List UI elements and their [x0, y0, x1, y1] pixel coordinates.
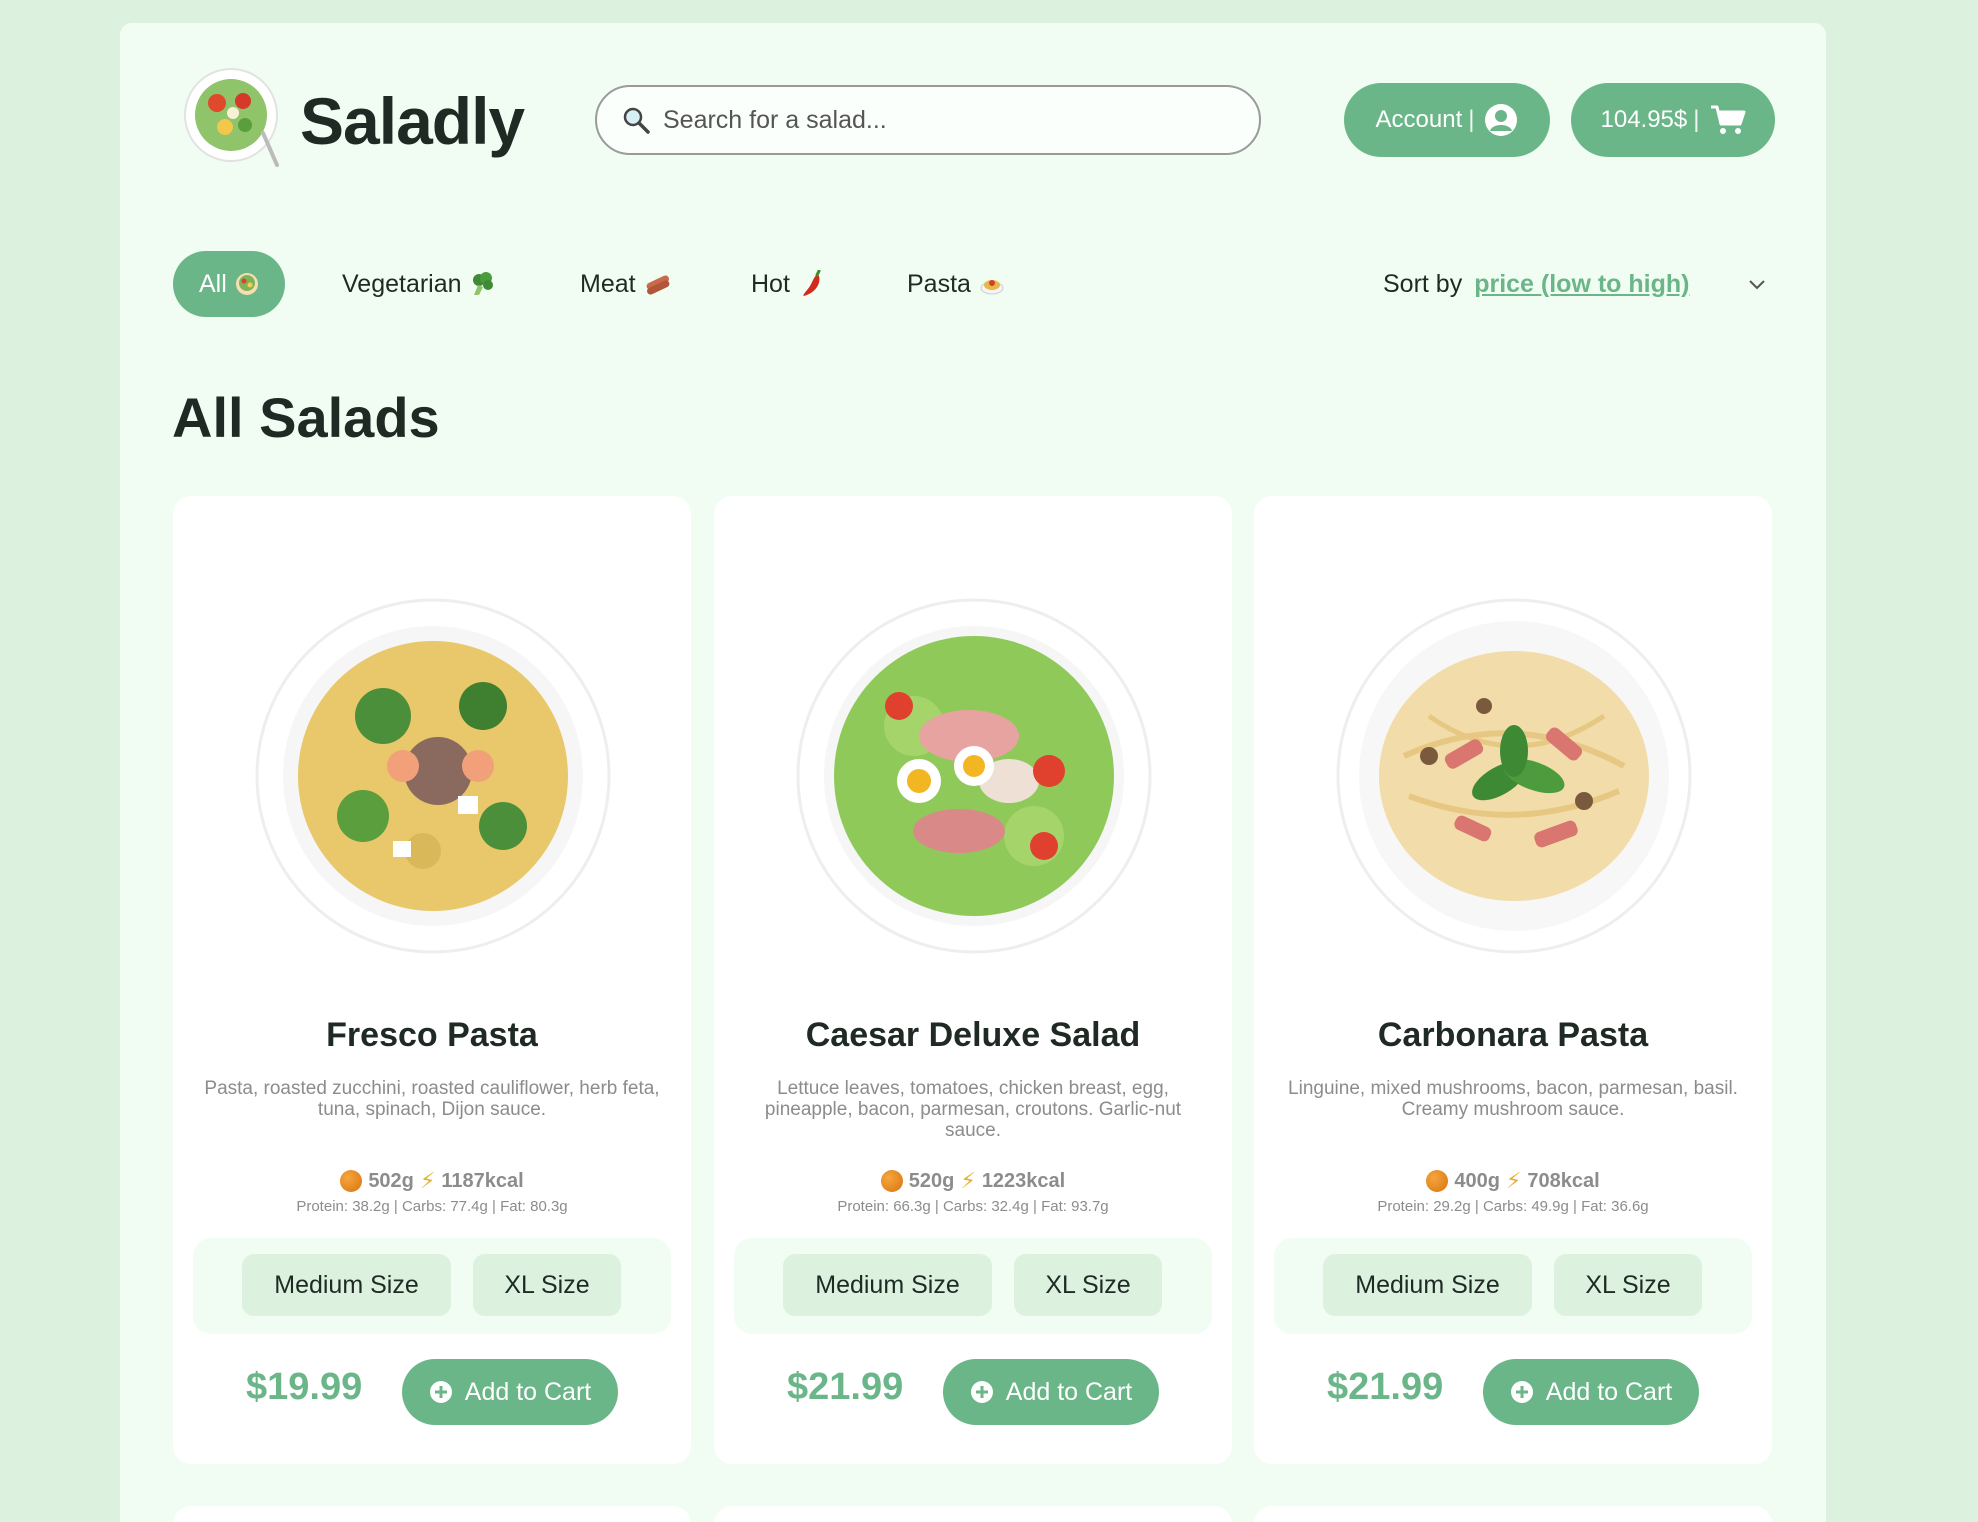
product-macros: Protein: 66.3g | Carbs: 32.4g | Fat: 93.…: [837, 1198, 1109, 1215]
page-container: Saladly Account | 104.95$ | All: [120, 23, 1826, 1522]
filter-label: Meat: [580, 269, 636, 298]
add-to-cart-label: Add to Cart: [464, 1377, 592, 1406]
product-card-peek: [173, 1506, 691, 1522]
filter-pasta[interactable]: Pasta: [907, 251, 1005, 317]
lightning-icon: ⚡: [1505, 1168, 1522, 1193]
product-description: Pasta, roasted zucchini, roasted caulifl…: [204, 1078, 660, 1120]
product-stats: 400g ⚡ 708kcal: [1254, 1168, 1772, 1194]
section-title: All Salads: [172, 386, 440, 449]
product-description: Lettuce leaves, tomatoes, chicken breast…: [764, 1078, 1182, 1141]
filter-hot[interactable]: Hot: [751, 251, 824, 317]
add-to-cart-button[interactable]: Add to Cart: [943, 1359, 1159, 1425]
chili-pepper-emoji-icon: [803, 270, 821, 296]
filter-all[interactable]: All: [173, 251, 285, 317]
shopping-cart-icon: [1710, 105, 1745, 134]
product-name: Fresco Pasta: [326, 1016, 538, 1054]
filter-vegetarian[interactable]: Vegetarian: [342, 251, 496, 317]
product-price: $21.99: [787, 1366, 904, 1408]
product-stats: 502g ⚡ 1187kcal: [173, 1168, 691, 1194]
add-to-cart-label: Add to Cart: [1545, 1377, 1673, 1406]
size-selector: Medium Size XL Size: [734, 1238, 1212, 1334]
product-price: $21.99: [1327, 1366, 1444, 1408]
size-selector: Medium Size XL Size: [1274, 1238, 1752, 1334]
weight-icon: [880, 1170, 903, 1192]
filter-label: Hot: [751, 269, 790, 298]
add-to-cart-button[interactable]: Add to Cart: [402, 1359, 618, 1425]
product-weight: 502g: [368, 1169, 414, 1192]
fresco-pasta-image: [255, 598, 611, 954]
cart-total: 104.95$: [1600, 106, 1688, 133]
salad-bowl-logo[interactable]: [181, 63, 287, 169]
sort-control[interactable]: Sort by price (low to high): [1383, 251, 1689, 317]
product-card[interactable]: Carbonara Pasta Linguine, mixed mushroom…: [1254, 496, 1772, 1464]
size-medium-button[interactable]: Medium Size: [783, 1254, 992, 1316]
size-selector: Medium Size XL Size: [193, 1238, 671, 1334]
product-macros: Protein: 29.2g | Carbs: 49.9g | Fat: 36.…: [1377, 1198, 1649, 1215]
filter-meat[interactable]: Meat: [580, 251, 672, 317]
filter-label: All: [199, 269, 227, 298]
plus-circle-icon: [970, 1381, 993, 1403]
size-xl-button[interactable]: XL Size: [473, 1254, 621, 1316]
product-weight: 520g: [908, 1169, 955, 1192]
sort-value[interactable]: price (low to high): [1474, 270, 1689, 299]
account-label: Account: [1375, 106, 1463, 133]
size-xl-button[interactable]: XL Size: [1014, 1254, 1162, 1316]
broccoli-emoji-icon: [472, 272, 493, 295]
salad-emoji-icon: [235, 273, 258, 295]
product-kcal: 708kcal: [1527, 1169, 1600, 1192]
product-name: Caesar Deluxe Salad: [805, 1016, 1141, 1054]
account-button[interactable]: Account |: [1344, 83, 1550, 157]
product-card-peek: [714, 1506, 1232, 1522]
product-macros: Protein: 38.2g | Carbs: 77.4g | Fat: 80.…: [296, 1198, 568, 1215]
product-card-peek: [1254, 1506, 1772, 1522]
sort-label: Sort by: [1383, 269, 1463, 298]
product-kcal: 1223kcal: [981, 1169, 1066, 1192]
filter-label: Pasta: [907, 269, 971, 298]
caesar-salad-image: [796, 598, 1152, 954]
search-bar[interactable]: [595, 85, 1261, 155]
plus-circle-icon: [429, 1381, 452, 1403]
brand-name[interactable]: Saladly: [300, 83, 525, 159]
product-name: Carbonara Pasta: [1377, 1016, 1649, 1054]
size-xl-button[interactable]: XL Size: [1554, 1254, 1702, 1316]
chevron-down-icon[interactable]: [1746, 273, 1768, 295]
search-input[interactable]: [663, 105, 1223, 135]
size-medium-button[interactable]: Medium Size: [1323, 1254, 1532, 1316]
product-card[interactable]: Caesar Deluxe Salad Lettuce leaves, toma…: [714, 496, 1232, 1464]
product-kcal: 1187kcal: [441, 1169, 524, 1192]
lightning-icon: ⚡: [419, 1168, 436, 1193]
weight-icon: [1426, 1170, 1449, 1192]
product-weight: 400g: [1454, 1169, 1500, 1192]
search-icon: [623, 107, 650, 134]
lightning-icon: ⚡: [960, 1168, 976, 1193]
product-description: Linguine, mixed mushrooms, bacon, parmes…: [1288, 1078, 1738, 1120]
product-card[interactable]: Fresco Pasta Pasta, roasted zucchini, ro…: [173, 496, 691, 1464]
separator: |: [1693, 106, 1700, 133]
carbonara-pasta-image: [1336, 598, 1692, 954]
weight-icon: [340, 1170, 363, 1192]
cart-button[interactable]: 104.95$ |: [1571, 83, 1775, 157]
pasta-emoji-icon: [980, 280, 1004, 295]
filter-label: Vegetarian: [342, 269, 462, 298]
separator: |: [1468, 106, 1475, 133]
sausage-emoji-icon: [646, 275, 670, 295]
add-to-cart-label: Add to Cart: [1005, 1377, 1133, 1406]
add-to-cart-button[interactable]: Add to Cart: [1483, 1359, 1699, 1425]
product-stats: 520g ⚡ 1223kcal: [714, 1168, 1232, 1194]
product-price: $19.99: [246, 1366, 363, 1408]
user-icon: [1485, 104, 1518, 136]
size-medium-button[interactable]: Medium Size: [242, 1254, 451, 1316]
plus-circle-icon: [1510, 1381, 1533, 1403]
